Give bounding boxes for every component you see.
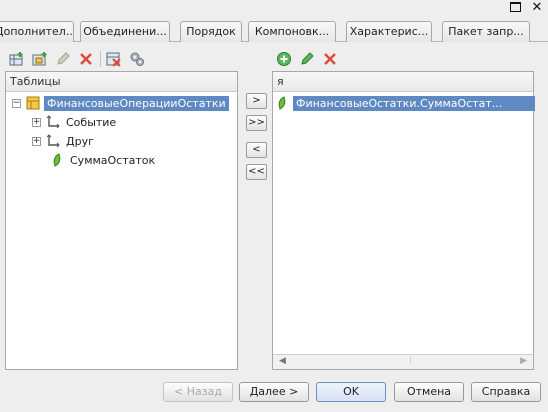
fields-header: я	[273, 72, 533, 92]
tree-item-label: Друг	[66, 134, 94, 148]
delete-icon[interactable]	[78, 51, 94, 67]
table-settings-icon[interactable]	[129, 51, 145, 67]
scroll-left-icon[interactable]: ◀	[279, 356, 286, 366]
tab-composition[interactable]: Компоновк...	[248, 21, 336, 42]
expand-icon[interactable]: +	[32, 136, 41, 146]
tree-item-sum-balance[interactable]: СуммаОстаток	[52, 151, 155, 169]
tree-item-label: СуммаОстаток	[70, 153, 156, 167]
add-field-button[interactable]: >	[246, 93, 267, 109]
resource-field-icon	[53, 153, 61, 167]
reference-field-icon	[46, 115, 60, 129]
tree-root-row[interactable]: − ФинансовыеОперацииОстатки	[12, 94, 229, 112]
reference-field-icon	[46, 134, 60, 148]
tables-header: Таблицы	[6, 72, 237, 92]
window-controls: ✕	[508, 0, 544, 14]
edit-field-icon[interactable]	[299, 51, 315, 67]
remove-all-fields-button[interactable]: <<	[246, 164, 267, 180]
cancel-button[interactable]: Отмена	[394, 382, 464, 402]
back-button[interactable]: < Назад	[163, 382, 233, 402]
tab-strip: Дополнител... Объединени... Порядок Комп…	[0, 18, 548, 42]
table-icon	[26, 96, 40, 110]
add-table-icon[interactable]	[9, 51, 25, 67]
field-label: ФинансовыеОстатки.СуммаОстат...	[293, 95, 535, 111]
remove-field-button[interactable]: <	[246, 142, 267, 158]
tab-unions[interactable]: Объединени...	[80, 21, 170, 42]
toolbar-separator	[100, 51, 101, 67]
edit-pencil-icon[interactable]	[55, 51, 71, 67]
tree-root-label: ФинансовыеОперацииОстатки	[44, 95, 229, 111]
delete-field-icon[interactable]	[322, 51, 338, 67]
field-row[interactable]: ФинансовыеОстатки.СуммаОстат...	[277, 94, 535, 112]
tree-item-friend[interactable]: + Друг	[32, 132, 94, 150]
close-icon[interactable]: ✕	[530, 0, 544, 14]
tab-query-batch[interactable]: Пакет запр...	[442, 21, 530, 42]
fields-panel: я ФинансовыеОстатки.СуммаОстат... ◀ ▶ ⁞	[272, 71, 535, 370]
tree-item-event[interactable]: + Событие	[32, 113, 116, 131]
tree-item-label: Событие	[66, 115, 117, 129]
horizontal-scrollbar[interactable]: ◀ ▶ ⁞	[273, 354, 533, 369]
add-nested-table-icon[interactable]	[32, 51, 48, 67]
scroll-thumb-grip[interactable]: ⁞	[409, 356, 412, 366]
ok-button[interactable]: OK	[316, 382, 386, 402]
tab-characteristics[interactable]: Характерис...	[346, 21, 432, 42]
tab-order[interactable]: Порядок	[180, 21, 242, 42]
tab-additional[interactable]: Дополнител...	[0, 21, 74, 42]
next-button[interactable]: Далее >	[239, 382, 309, 402]
add-field-icon[interactable]	[276, 51, 292, 67]
add-all-fields-button[interactable]: >>	[246, 115, 267, 131]
scroll-right-icon[interactable]: ▶	[520, 356, 527, 366]
replace-table-icon[interactable]	[106, 51, 122, 67]
maximize-icon[interactable]	[508, 0, 522, 14]
tables-panel: Таблицы − ФинансовыеОперацииОстатки + Со…	[5, 71, 238, 370]
expand-icon[interactable]: +	[32, 117, 41, 127]
help-button[interactable]: Справка	[471, 382, 541, 402]
resource-field-icon	[278, 96, 286, 110]
collapse-icon[interactable]: −	[12, 98, 21, 108]
